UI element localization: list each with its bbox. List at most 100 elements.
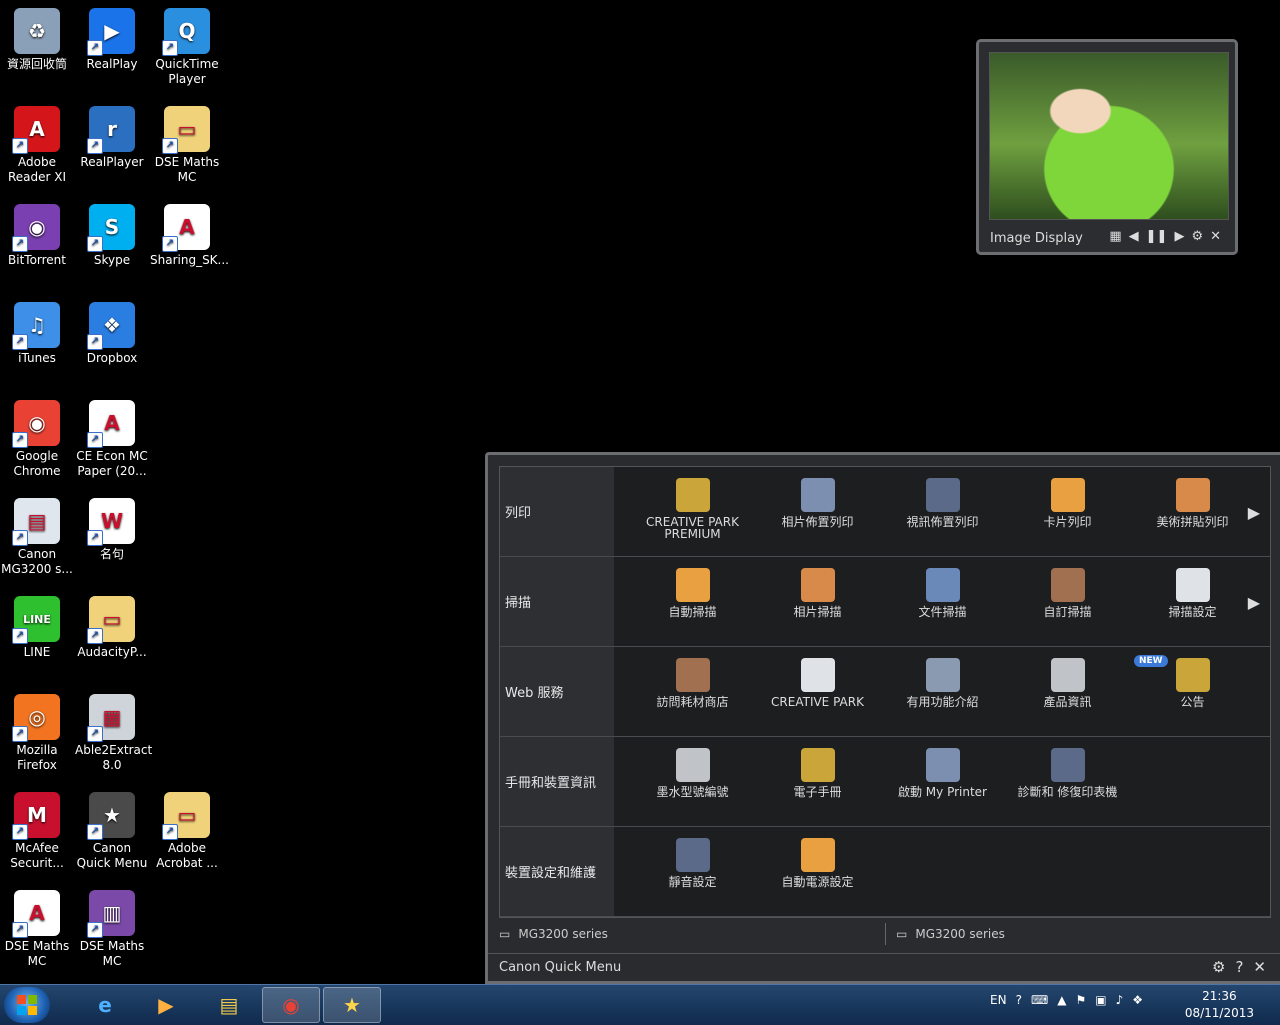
quick-menu-row: 手冊和裝置資訊 墨水型號編號 電子手冊 啟動 My Printer 診斷和 修復印表機 xyxy=(500,737,1270,827)
quick-menu-item[interactable]: 診斷和 修復印表機 xyxy=(1005,737,1130,826)
network-icon[interactable]: ▣ xyxy=(1095,993,1106,1007)
desktop-icon[interactable]: A ↗ CE Econ MC Paper (20... xyxy=(75,396,149,479)
desktop-icon[interactable]: ▭ ↗ AudacityP... xyxy=(75,592,149,660)
desktop-icon[interactable]: W ↗ 名句 xyxy=(75,494,149,562)
settings-icon[interactable]: ⚙ xyxy=(1191,229,1203,244)
quick-menu-item[interactable]: 卡片列印 xyxy=(1005,467,1130,556)
shortcut-arrow-icon: ↗ xyxy=(12,530,28,546)
input-method-icon[interactable]: ⌨ xyxy=(1031,993,1048,1007)
canon-quick-menu-taskbar-icon[interactable]: ★ xyxy=(323,987,381,1023)
printer-name: MG3200 series xyxy=(915,927,1005,941)
chrome-taskbar-icon[interactable]: ◉ xyxy=(262,987,320,1023)
quick-menu-item[interactable]: 電子手冊 xyxy=(755,737,880,826)
desktop-icon[interactable]: ❖ ↗ Dropbox xyxy=(75,298,149,366)
item-label: 卡片列印 xyxy=(1043,515,1092,529)
quick-menu-item[interactable]: 相片佈置列印 xyxy=(755,467,880,556)
close-icon[interactable]: ✕ xyxy=(1210,229,1221,244)
dropbox-tray-icon[interactable]: ❖ xyxy=(1132,993,1143,1007)
flag-icon[interactable]: ⚑ xyxy=(1076,993,1087,1007)
quick-menu-item[interactable]: 相片掃描 xyxy=(755,557,880,646)
close-icon[interactable]: ✕ xyxy=(1253,958,1266,976)
desktop-icon-label: LINE xyxy=(23,645,51,659)
quick-menu-item[interactable]: 訪問耗材商店 xyxy=(630,647,755,736)
quick-menu-item[interactable]: CREATIVE PARK PREMIUM xyxy=(630,467,755,556)
quick-menu-item[interactable]: 美術拼貼列印 xyxy=(1130,467,1255,556)
desktop-icon[interactable]: ▤ ↗ Canon MG3200 s... xyxy=(0,494,74,577)
previous-icon[interactable]: ◀ xyxy=(1129,229,1139,244)
show-hidden-icons-icon[interactable]: ▲ xyxy=(1057,993,1066,1007)
media-player-icon[interactable]: ▶ xyxy=(137,987,195,1023)
app-icon xyxy=(1050,748,1085,782)
printer-selector-2[interactable]: ▭ MG3200 series xyxy=(896,927,1005,941)
desktop-icon[interactable]: r ↗ RealPlayer xyxy=(75,102,149,170)
item-label: 文件掃描 xyxy=(918,605,967,619)
quick-menu-item[interactable]: 靜音設定 xyxy=(630,827,755,916)
clock[interactable]: 21:36 08/11/2013 xyxy=(1185,988,1254,1022)
desktop-icon-label: DSE Maths MC xyxy=(154,155,220,184)
quick-menu-item[interactable]: 自訂掃描 xyxy=(1005,557,1130,646)
quick-menu-item[interactable]: 自動電源設定 xyxy=(755,827,880,916)
desktop-icon-label: Canon Quick Menu xyxy=(76,841,148,870)
desktop-icon[interactable]: A ↗ Sharing_SK... xyxy=(150,200,229,268)
help-icon[interactable]: ? xyxy=(1235,958,1243,976)
scroll-right-icon[interactable]: ▶ xyxy=(1248,593,1260,612)
desktop-icon[interactable]: ◉ ↗ Google Chrome xyxy=(0,396,74,479)
quick-menu-grid: 列印 CREATIVE PARK PREMIUM 相片佈置列印 視訊佈置列印 卡片列印 美… xyxy=(499,466,1271,918)
item-label: 公告 xyxy=(1180,695,1205,709)
desktop-icon[interactable]: ◉ ↗ BitTorrent xyxy=(0,200,74,268)
desktop-icon[interactable]: LINE ↗ LINE xyxy=(0,592,74,660)
shortcut-arrow-icon: ↗ xyxy=(87,628,103,644)
grid-icon[interactable]: ▦ xyxy=(1109,229,1121,244)
printer-divider xyxy=(885,923,886,945)
next-icon[interactable]: ▶ xyxy=(1174,229,1184,244)
quick-menu-item[interactable]: 有用功能介紹 xyxy=(880,647,1005,736)
settings-icon[interactable]: ⚙ xyxy=(1212,958,1225,976)
firefox-icon: ◎ ↗ xyxy=(12,694,60,742)
desktop-icon[interactable]: ★ ↗ Canon Quick Menu xyxy=(75,788,149,871)
quick-menu-item[interactable]: 掃描設定 xyxy=(1130,557,1255,646)
quick-menu-item[interactable]: 啟動 My Printer xyxy=(880,737,1005,826)
image-display-gadget: Image Display ▦ ◀ ❚❚ ▶ ⚙ ✕ xyxy=(976,39,1238,255)
shortcut-arrow-icon: ↗ xyxy=(87,922,103,938)
start-button[interactable] xyxy=(4,987,50,1023)
desktop-icon[interactable]: ♻ 資源回收筒 xyxy=(0,4,74,72)
language-indicator[interactable]: EN xyxy=(990,993,1007,1007)
desktop-icon[interactable]: A ↗ DSE Maths MC xyxy=(0,886,74,969)
item-label: 自訂掃描 xyxy=(1043,605,1092,619)
file-explorer-icon[interactable]: ▤ xyxy=(200,987,258,1023)
taskbar: e ▶ ▤ ◉ ★ EN ? ⌨ ▲ ⚑ ▣ ♪ ❖ 21:36 08/11/2… xyxy=(0,984,1280,1025)
desktop-icon[interactable]: ♫ ↗ iTunes xyxy=(0,298,74,366)
shortcut-arrow-icon: ↗ xyxy=(12,824,28,840)
desktop-icon[interactable]: Q ↗ QuickTime Player xyxy=(150,4,224,87)
desktop-icon[interactable]: ▭ ↗ DSE Maths MC xyxy=(150,102,224,185)
desktop-icon[interactable]: M ↗ McAfee Securit... xyxy=(0,788,74,871)
desktop-icon[interactable]: ▭ ↗ Adobe Acrobat ... xyxy=(150,788,224,871)
desktop-icon[interactable]: ▦ ↗ Able2Extract 8.0 xyxy=(75,690,152,773)
quick-menu-item[interactable]: 墨水型號編號 xyxy=(630,737,755,826)
quick-menu-item[interactable]: CREATIVE PARK xyxy=(755,647,880,736)
windows-logo-icon xyxy=(17,995,37,1015)
desktop-icon[interactable]: A ↗ Adobe Reader XI xyxy=(0,102,74,185)
shortcut-arrow-icon: ↗ xyxy=(87,530,103,546)
line-icon: LINE ↗ xyxy=(12,596,60,644)
desktop-icon-label: 名句 xyxy=(99,547,124,561)
volume-icon[interactable]: ♪ xyxy=(1116,993,1124,1007)
internet-explorer-icon[interactable]: e xyxy=(76,987,134,1023)
pdf-file-icon: A ↗ xyxy=(162,204,210,252)
desktop-icon[interactable]: ▶ ↗ RealPlay xyxy=(75,4,149,72)
quick-menu-row: Web 服務 訪問耗材商店 CREATIVE PARK 有用功能介紹 產品資訊 公告 NEW xyxy=(500,647,1270,737)
desktop-icon[interactable]: ◎ ↗ Mozilla Firefox xyxy=(0,690,74,773)
scroll-right-icon[interactable]: ▶ xyxy=(1248,503,1260,522)
pause-icon[interactable]: ❚❚ xyxy=(1146,229,1168,244)
desktop-icon[interactable]: S ↗ Skype xyxy=(75,200,149,268)
quick-menu-item[interactable]: 視訊佈置列印 xyxy=(880,467,1005,556)
help-icon[interactable]: ? xyxy=(1016,993,1022,1007)
printer-selector-1[interactable]: ▭ MG3200 series xyxy=(499,927,608,941)
desktop-icon[interactable]: ▥ ↗ DSE Maths MC xyxy=(75,886,149,969)
quick-menu-item[interactable]: 文件掃描 xyxy=(880,557,1005,646)
category-label: 掃描 xyxy=(500,557,614,646)
quick-menu-item[interactable]: 自動掃描 xyxy=(630,557,755,646)
quick-menu-item[interactable]: 產品資訊 xyxy=(1005,647,1130,736)
category-label: 裝置設定和維護 xyxy=(500,827,614,916)
item-label: 啟動 My Printer xyxy=(897,785,987,799)
